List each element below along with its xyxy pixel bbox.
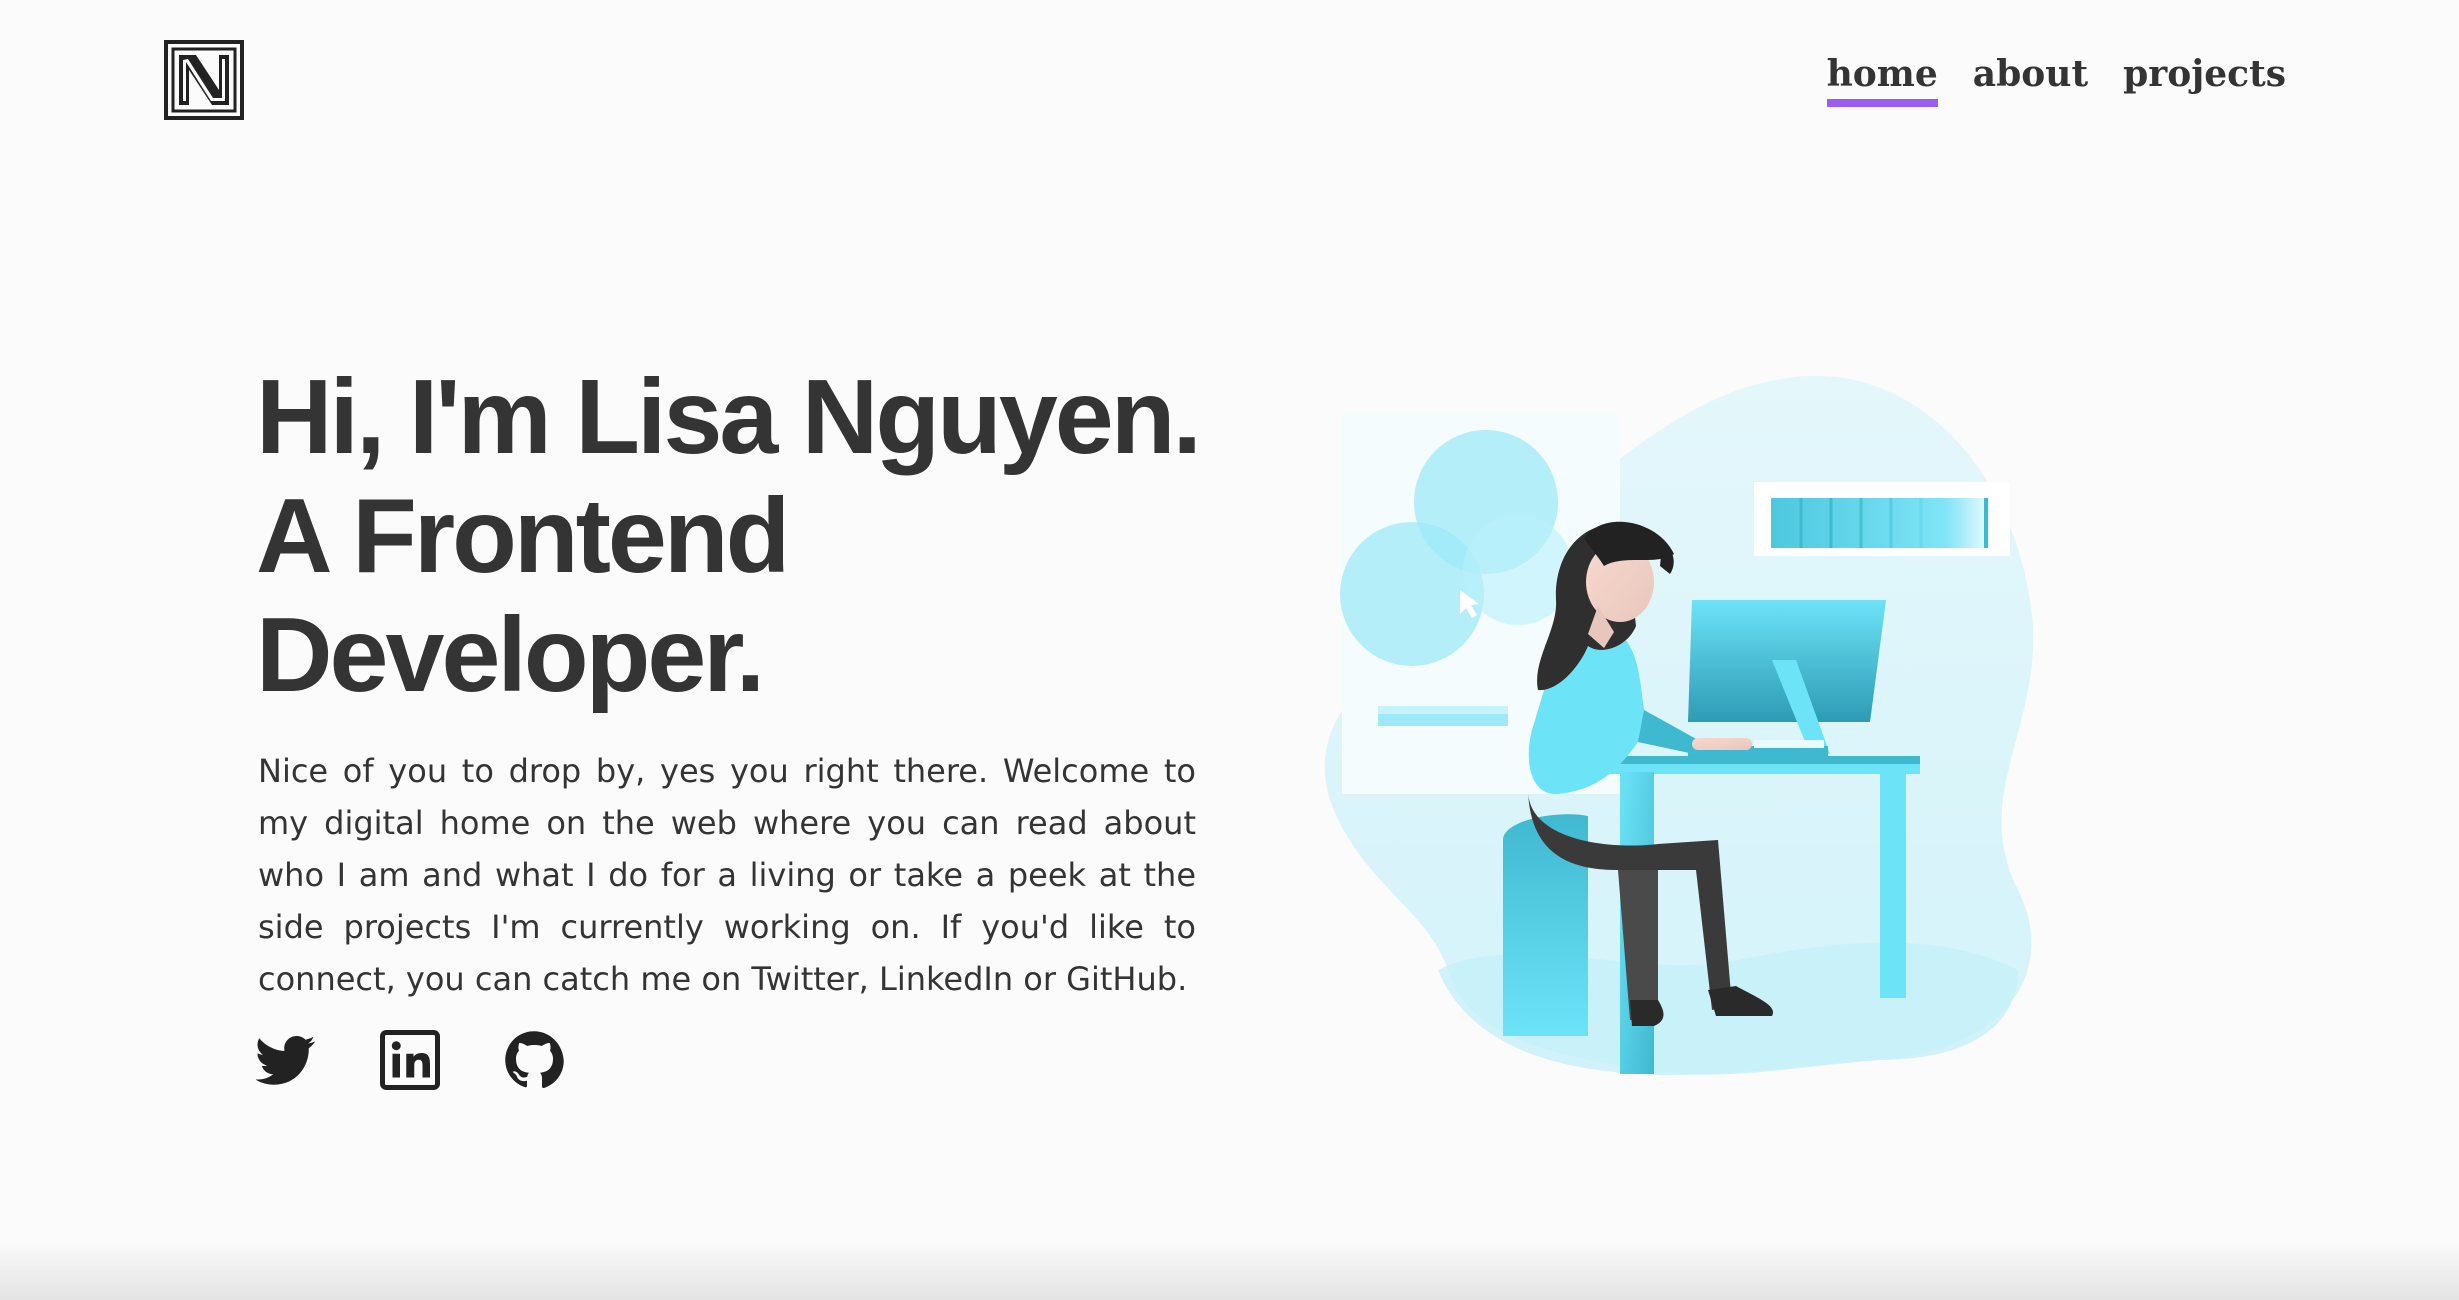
social-links — [256, 1030, 564, 1090]
twitter-icon — [256, 1036, 315, 1085]
intro-paragraph: Nice of you to drop by, yes you right th… — [258, 752, 1196, 998]
hero-title-line-2: A Frontend — [256, 477, 790, 595]
hero-title-line-3: Developer. — [256, 596, 765, 714]
linkedin-link[interactable] — [380, 1030, 440, 1090]
nav-link-about[interactable]: about — [1973, 54, 2088, 107]
main-nav: home about projects — [1826, 54, 2286, 107]
developer-at-desk-illustration — [1324, 375, 2034, 1076]
linkedin-icon — [380, 1030, 440, 1090]
nav-link-home[interactable]: home — [1826, 54, 1938, 107]
hero-title-line-1: Hi, I'm Lisa Nguyen. — [256, 358, 1202, 476]
monogram-logo-icon — [164, 40, 244, 120]
github-link[interactable] — [504, 1030, 564, 1090]
twitter-link[interactable] — [256, 1030, 316, 1090]
hero-illustration — [1318, 370, 2134, 1100]
github-icon — [505, 1031, 564, 1089]
nav-link-projects[interactable]: projects — [2123, 54, 2286, 107]
hero-title: Hi, I'm Lisa Nguyen. A Frontend Develope… — [256, 358, 1202, 715]
site-logo[interactable] — [164, 40, 244, 120]
bottom-shadow — [0, 1240, 2459, 1300]
